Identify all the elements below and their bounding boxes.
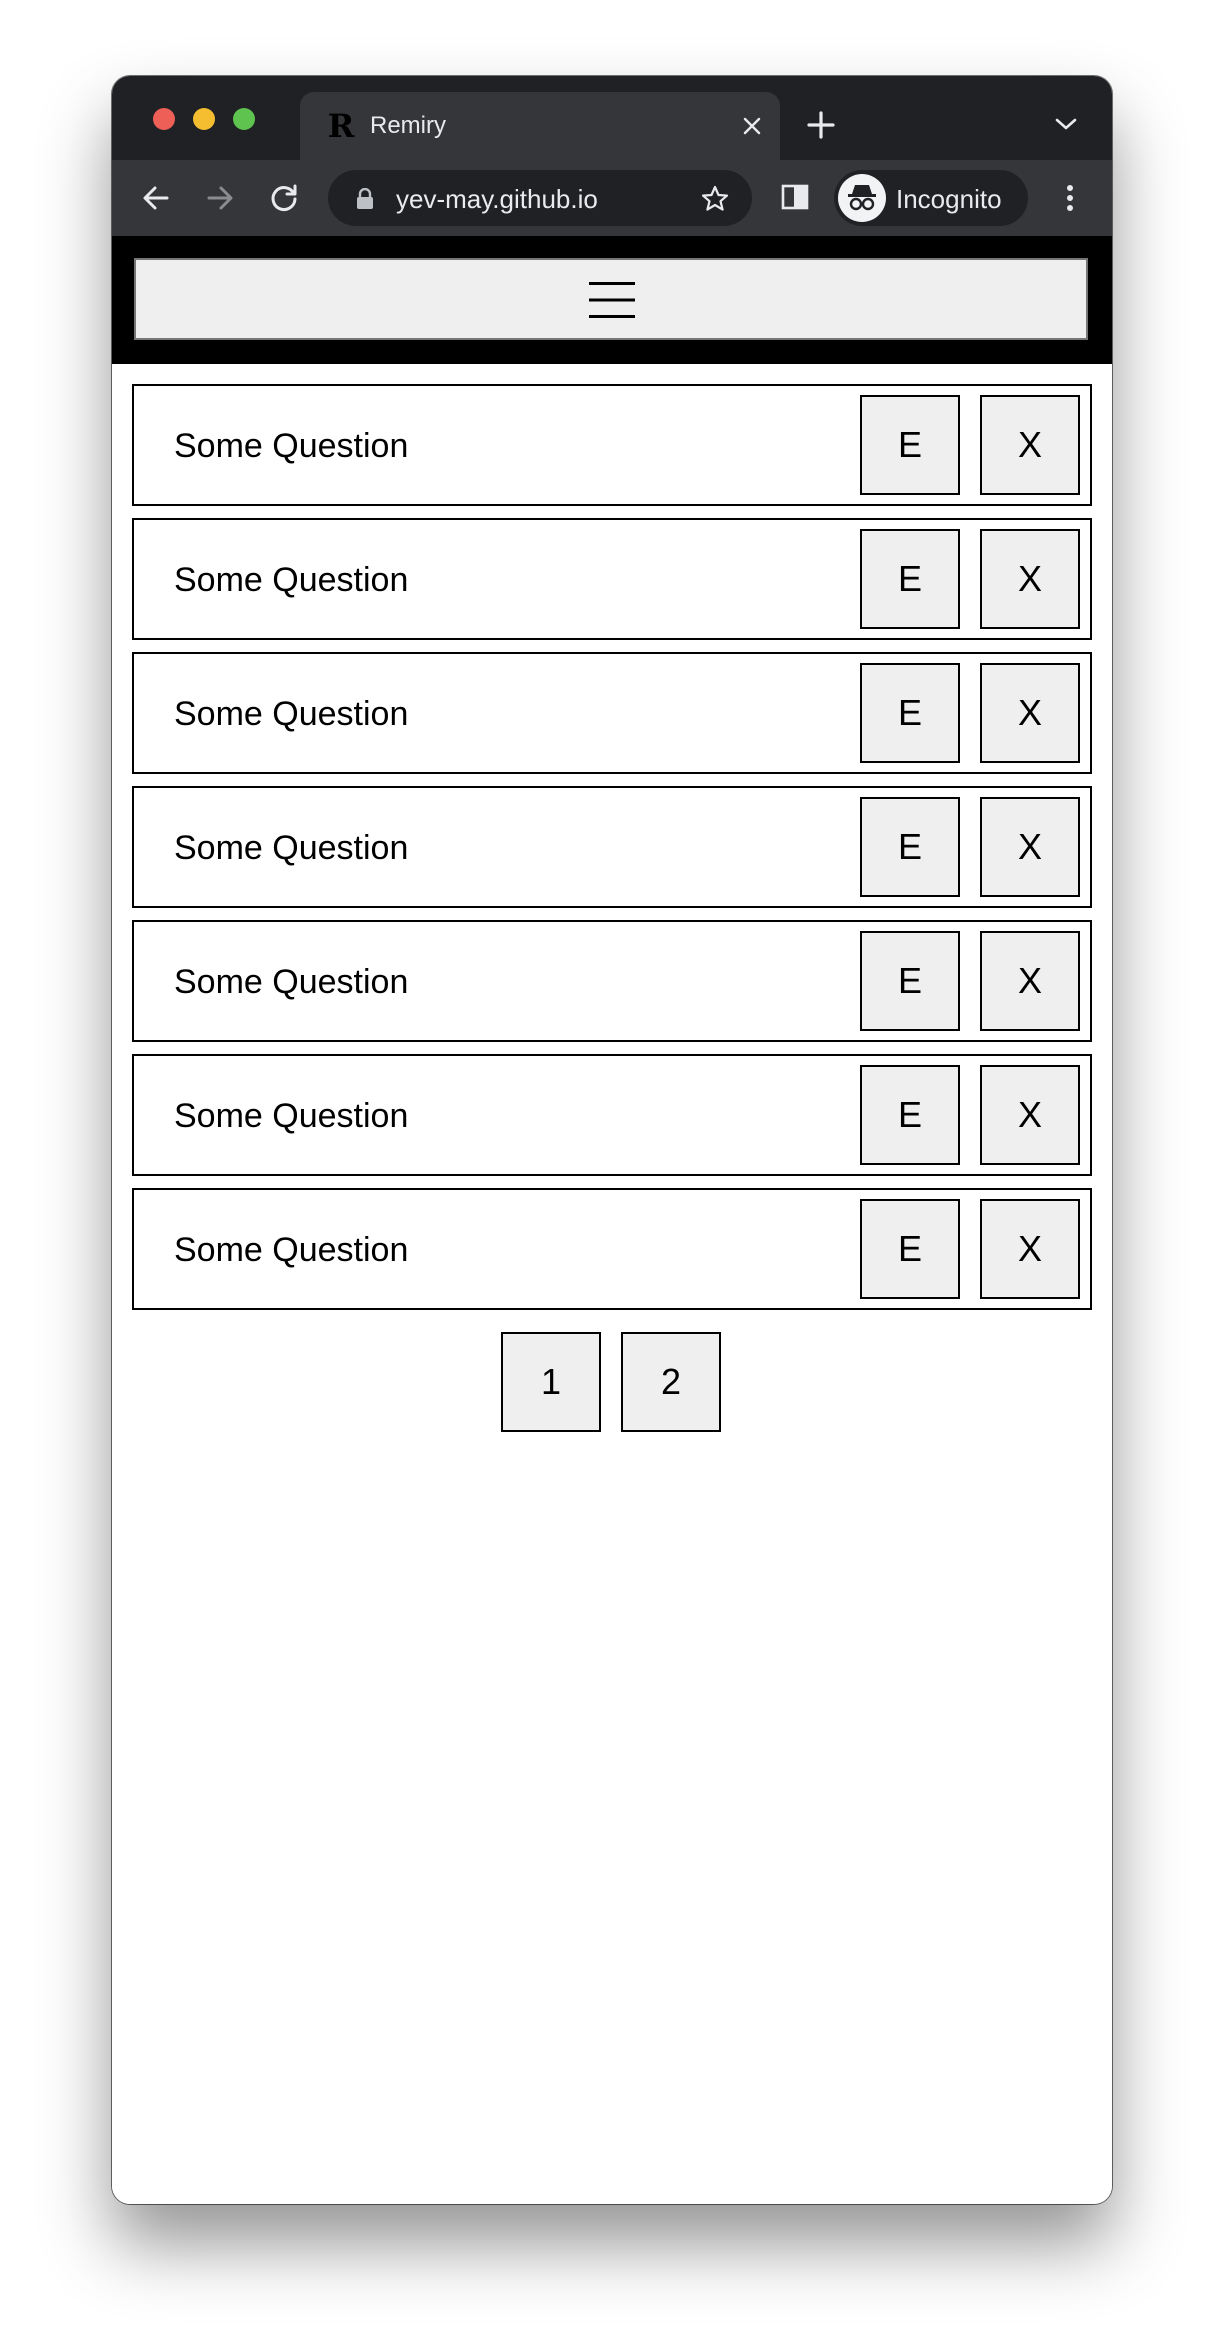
delete-question-button[interactable]: X: [980, 931, 1080, 1031]
window-close-button[interactable]: [153, 108, 175, 130]
back-arrow-icon[interactable]: [140, 182, 172, 214]
address-bar[interactable]: yev-may.github.io: [328, 170, 752, 226]
lock-icon[interactable]: [356, 188, 374, 210]
edit-question-button[interactable]: E: [860, 797, 960, 897]
question-item: Some Question E X: [132, 920, 1092, 1042]
edit-question-button[interactable]: E: [860, 1065, 960, 1165]
page-content: Some Question E X Some Question E X Some…: [112, 236, 1112, 2204]
browser-window: R Remiry yev-may.github.io Incognito Som…: [112, 76, 1112, 2204]
side-panel-icon[interactable]: [780, 182, 810, 212]
plus-icon[interactable]: [806, 110, 836, 140]
question-text: Some Question: [174, 963, 409, 1001]
question-item: Some Question E X: [132, 518, 1092, 640]
menu-toggle-button[interactable]: [134, 258, 1088, 340]
question-item: Some Question E X: [132, 1188, 1092, 1310]
delete-question-button[interactable]: X: [980, 1065, 1080, 1165]
question-item: Some Question E X: [132, 652, 1092, 774]
close-icon[interactable]: [742, 116, 762, 136]
edit-question-button[interactable]: E: [860, 663, 960, 763]
url-text[interactable]: yev-may.github.io: [396, 184, 598, 214]
question-item: Some Question E X: [132, 1054, 1092, 1176]
more-vert-icon[interactable]: [1052, 180, 1088, 216]
edit-question-button[interactable]: E: [860, 529, 960, 629]
reload-icon[interactable]: [268, 182, 300, 214]
chevron-down-icon[interactable]: [1054, 116, 1078, 132]
site-favicon-icon: R: [327, 107, 355, 145]
question-text: Some Question: [174, 561, 409, 599]
page-button-1[interactable]: 1: [501, 1332, 601, 1432]
question-text: Some Question: [174, 427, 409, 465]
window-maximize-button[interactable]: [233, 108, 255, 130]
hamburger-menu-icon: [589, 282, 635, 318]
question-text: Some Question: [174, 695, 409, 733]
window-minimize-button[interactable]: [193, 108, 215, 130]
question-text: Some Question: [174, 829, 409, 867]
app-header: [112, 236, 1112, 364]
delete-question-button[interactable]: X: [980, 663, 1080, 763]
edit-question-button[interactable]: E: [860, 931, 960, 1031]
star-icon[interactable]: [700, 184, 730, 214]
question-text: Some Question: [174, 1097, 409, 1135]
forward-arrow-icon[interactable]: [204, 182, 236, 214]
question-text: Some Question: [174, 1231, 409, 1269]
tab-title: Remiry: [370, 112, 446, 139]
tab-strip: R Remiry: [112, 76, 1112, 160]
delete-question-button[interactable]: X: [980, 529, 1080, 629]
delete-question-button[interactable]: X: [980, 1199, 1080, 1299]
pagination: 1 2: [112, 1332, 1112, 1432]
page-button-2[interactable]: 2: [621, 1332, 721, 1432]
delete-question-button[interactable]: X: [980, 797, 1080, 897]
browser-toolbar: yev-may.github.io Incognito: [112, 160, 1112, 236]
question-item: Some Question E X: [132, 786, 1092, 908]
incognito-label: Incognito: [896, 184, 1002, 214]
edit-question-button[interactable]: E: [860, 1199, 960, 1299]
edit-question-button[interactable]: E: [860, 395, 960, 495]
incognito-profile-button[interactable]: Incognito: [834, 170, 1028, 226]
question-item: Some Question E X: [132, 384, 1092, 506]
browser-tab[interactable]: R Remiry: [300, 92, 780, 160]
incognito-icon: [838, 174, 886, 222]
delete-question-button[interactable]: X: [980, 395, 1080, 495]
